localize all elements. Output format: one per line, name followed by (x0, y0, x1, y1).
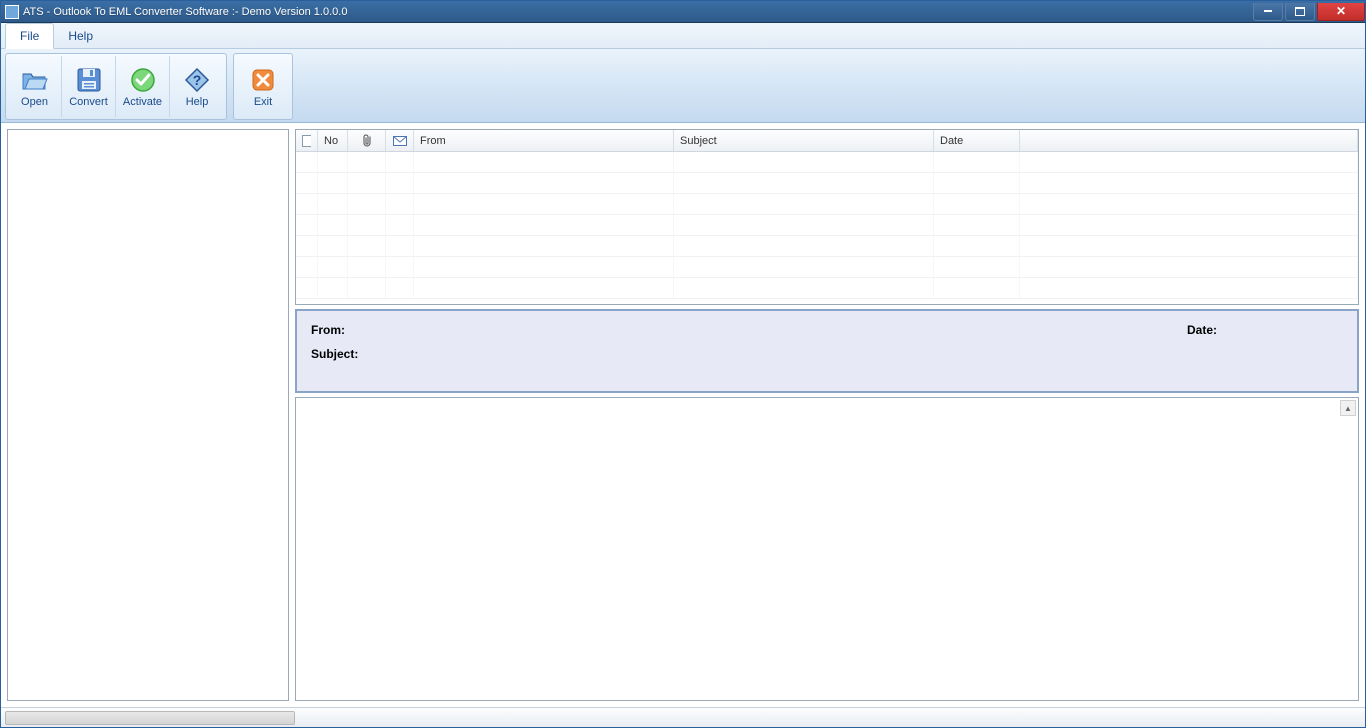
attachment-icon (361, 134, 373, 148)
table-row[interactable] (296, 152, 1358, 173)
disk-save-icon (75, 66, 103, 94)
table-row[interactable] (296, 194, 1358, 215)
mail-list-rows (296, 152, 1358, 299)
statusbar (1, 707, 1365, 727)
folder-tree-pane[interactable] (7, 129, 289, 701)
window-title: ATS - Outlook To EML Converter Software … (23, 6, 1251, 18)
col-from[interactable]: From (414, 130, 674, 151)
help-button[interactable]: ? Help (170, 56, 224, 117)
message-body-pane[interactable]: ▲ (295, 397, 1359, 701)
col-checkbox[interactable] (296, 130, 318, 151)
toolbar: Open Convert Activate ? Help (1, 49, 1365, 123)
open-label: Open (21, 96, 48, 108)
col-subject[interactable]: Subject (674, 130, 934, 151)
menubar: File Help (1, 23, 1365, 49)
exit-close-icon (249, 66, 277, 94)
mail-list-header: No From Subject Date (296, 130, 1358, 152)
help-diamond-icon: ? (183, 66, 211, 94)
checkbox-icon (302, 135, 311, 147)
open-button[interactable]: Open (8, 56, 62, 117)
app-window: ATS - Outlook To EML Converter Software … (0, 0, 1366, 728)
svg-text:?: ? (193, 72, 202, 88)
mail-list-pane[interactable]: No From Subject Date (295, 129, 1359, 305)
help-label: Help (186, 96, 209, 108)
maximize-button[interactable] (1285, 3, 1315, 21)
minimize-button[interactable] (1253, 3, 1283, 21)
table-row[interactable] (296, 257, 1358, 278)
status-segment (5, 711, 295, 725)
window-controls (1251, 3, 1365, 21)
exit-label: Exit (254, 96, 272, 108)
date-label: Date: (1187, 323, 1217, 337)
exit-button[interactable]: Exit (236, 56, 290, 117)
app-icon (5, 5, 19, 19)
col-no[interactable]: No (318, 130, 348, 151)
table-row[interactable] (296, 236, 1358, 257)
activate-label: Activate (123, 96, 162, 108)
scroll-up-icon[interactable]: ▲ (1340, 400, 1356, 416)
close-button[interactable] (1317, 3, 1365, 21)
workspace: No From Subject Date (1, 123, 1365, 707)
col-date[interactable]: Date (934, 130, 1020, 151)
menu-file[interactable]: File (5, 23, 54, 49)
col-attachment[interactable] (348, 130, 386, 151)
right-pane: No From Subject Date (295, 129, 1359, 701)
table-row[interactable] (296, 278, 1358, 299)
table-row[interactable] (296, 215, 1358, 236)
from-label: From: (311, 323, 345, 337)
menu-help[interactable]: Help (54, 23, 107, 48)
toolbar-group-main: Open Convert Activate ? Help (5, 53, 227, 120)
folder-open-icon (21, 66, 49, 94)
convert-label: Convert (69, 96, 108, 108)
activate-button[interactable]: Activate (116, 56, 170, 117)
toolbar-group-exit: Exit (233, 53, 293, 120)
message-header-pane: From: Date: Subject: (295, 309, 1359, 393)
envelope-icon (393, 136, 407, 146)
col-envelope[interactable] (386, 130, 414, 151)
check-circle-icon (129, 66, 157, 94)
convert-button[interactable]: Convert (62, 56, 116, 117)
col-spacer (1020, 130, 1358, 151)
table-row[interactable] (296, 173, 1358, 194)
titlebar[interactable]: ATS - Outlook To EML Converter Software … (1, 1, 1365, 23)
subject-label: Subject: (311, 347, 358, 361)
